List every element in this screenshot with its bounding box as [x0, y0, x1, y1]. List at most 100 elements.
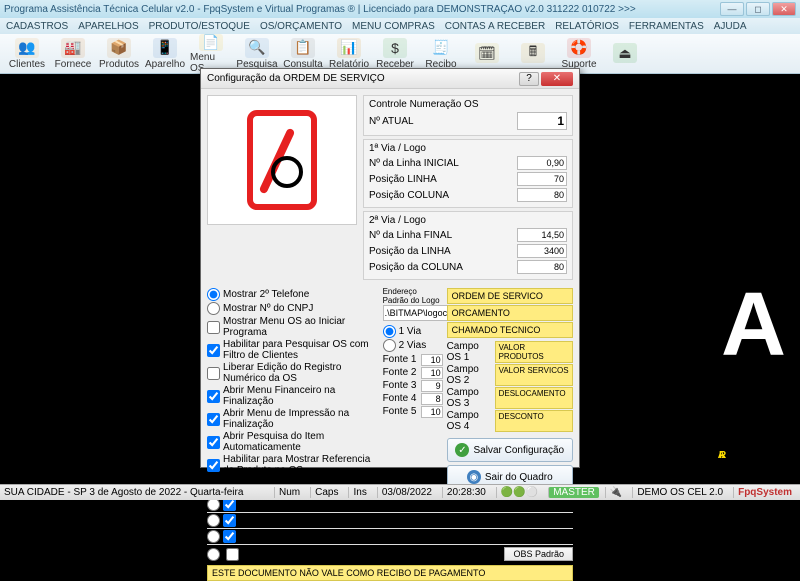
campo-1-val[interactable]: VALOR SERVICOS	[495, 364, 573, 386]
opt-2-input[interactable]	[207, 321, 220, 334]
toolbar-consulta[interactable]: 📋Consulta	[282, 36, 324, 71]
numeracao-header: Controle Numeração OS	[369, 99, 567, 110]
linha-ini-label: Nº da Linha INICIAL	[369, 158, 459, 169]
obs-padrao-button[interactable]: OBS Padrão	[504, 547, 573, 561]
via2-label: 2 Vias	[399, 340, 427, 351]
fonte-2-label: Fonte 3	[383, 380, 417, 392]
via2-poslinha-input[interactable]	[517, 244, 567, 258]
status-date: 03/08/2022	[377, 487, 436, 498]
opt-7-input[interactable]	[207, 436, 220, 449]
save-config-button[interactable]: ✓Salvar Configuração	[447, 438, 573, 462]
campo-0-label: Campo OS 1	[447, 341, 495, 363]
maximize-button[interactable]: ◻	[746, 2, 770, 16]
menu-contas a receber[interactable]: CONTAS A RECEBER	[445, 21, 545, 32]
menu-relatórios[interactable]: RELATÓRIOS	[555, 21, 619, 32]
footer-note: ESTE DOCUMENTO NÃO VALE COMO RECIBO DE P…	[207, 565, 573, 581]
chk-2-radio[interactable]	[207, 530, 220, 543]
toolbar-receber[interactable]: $Receber	[374, 36, 416, 71]
opt-3-label: Habilitar para Pesquisar OS com Filtro d…	[223, 339, 379, 361]
opt-2-label: Mostrar Menu OS ao Iniciar Programa	[223, 316, 379, 338]
opt-8-input[interactable]	[207, 459, 220, 472]
opt-5: Abrir Menu Financeiro na Finalização	[207, 385, 379, 407]
opt-7: Abrir Pesquisa do Item Automaticamente	[207, 431, 379, 453]
menu-ferramentas[interactable]: FERRAMENTAS	[629, 21, 704, 32]
opt-5-input[interactable]	[207, 390, 220, 403]
chk-2-label: Serviço Executado:	[239, 531, 325, 542]
status-db: DEMO OS CEL 2.0	[632, 487, 727, 498]
linha-fin-label: Nº da Linha FINAL	[369, 230, 452, 241]
dialog-help-button[interactable]: ?	[519, 72, 539, 86]
opt-3-input[interactable]	[207, 344, 220, 357]
linha-ini-input[interactable]	[517, 156, 567, 170]
menu-produto/estoque[interactable]: PRODUTO/ESTOQUE	[149, 21, 250, 32]
close-button[interactable]: ✕	[772, 2, 796, 16]
fonte-1-label: Fonte 2	[383, 367, 417, 379]
menu-os/orçamento[interactable]: OS/ORÇAMENTO	[260, 21, 342, 32]
fonte-3-input[interactable]	[421, 393, 443, 405]
toolbar-aparelho[interactable]: 📱Aparelho	[144, 36, 186, 71]
opt-0-input[interactable]	[207, 288, 220, 301]
phone-repair-icon	[247, 110, 317, 210]
via2-group: 2ª Via / Logo Nº da Linha FINAL Posição …	[363, 211, 573, 280]
campo-2-val[interactable]: DESLOCAMENTO	[495, 387, 573, 409]
toolbar-clientes[interactable]: 👥Clientes	[6, 36, 48, 71]
app-title: Programa Assistência Técnica Celular v2.…	[4, 4, 720, 15]
via2-poscol-input[interactable]	[517, 260, 567, 274]
via1-group: 1ª Via / Logo Nº da Linha INICIAL Posiçã…	[363, 139, 573, 208]
svc-row-1[interactable]: ORCAMENTO	[447, 305, 573, 321]
toolbar-btn[interactable]: 🗓	[466, 36, 508, 71]
minimize-button[interactable]: —	[720, 2, 744, 16]
fonte-0-label: Fonte 1	[383, 354, 417, 366]
chk-2-box[interactable]	[223, 530, 236, 543]
atual-label: Nº ATUAL	[369, 116, 414, 127]
toolbar-suporte[interactable]: 🛟Suporte	[558, 36, 600, 71]
toolbar-relatório[interactable]: 📊Relatório	[328, 36, 370, 71]
toolbar-btn[interactable]: 🖩	[512, 36, 554, 71]
svc-row-2[interactable]: CHAMADO TECNICO	[447, 322, 573, 338]
chk-1-radio[interactable]	[207, 514, 220, 527]
menu-menu compras[interactable]: MENU COMPRAS	[352, 21, 435, 32]
config-os-dialog: Configuração da ORDEM DE SERVIÇO ? ✕ Con…	[200, 68, 580, 468]
fonte-1-input[interactable]	[421, 367, 443, 379]
toolbar-produtos[interactable]: 📦Produtos	[98, 36, 140, 71]
toolbar-recibo[interactable]: 🧾Recibo	[420, 36, 462, 71]
fonte-0-input[interactable]	[421, 354, 443, 366]
menu-cadastros[interactable]: CADASTROS	[6, 21, 68, 32]
via1-header: 1ª Via / Logo	[369, 143, 567, 154]
opt-6-input[interactable]	[207, 413, 220, 426]
opt-1-input[interactable]	[207, 302, 220, 315]
atual-input[interactable]	[517, 112, 567, 130]
toolbar-menu os[interactable]: 📄Menu OS	[190, 36, 232, 71]
via2-radio[interactable]	[383, 339, 396, 352]
opt-2: Mostrar Menu OS ao Iniciar Programa	[207, 316, 379, 338]
via1-poscol-input[interactable]	[517, 188, 567, 202]
dialog-titlebar: Configuração da ORDEM DE SERVIÇO ? ✕	[201, 69, 579, 89]
obs-radio[interactable]	[207, 548, 220, 561]
opt-0: Mostrar 2º Telefone	[207, 288, 379, 301]
obs-check[interactable]	[226, 548, 239, 561]
menu-aparelhos[interactable]: APARELHOS	[78, 21, 138, 32]
campo-3-val[interactable]: DESCONTO	[495, 410, 573, 432]
chk-1-box[interactable]	[223, 514, 236, 527]
via2-header: 2ª Via / Logo	[369, 215, 567, 226]
chk-0-label: Problema Informado:	[239, 499, 332, 510]
opt-4-input[interactable]	[207, 367, 220, 380]
toolbar-pesquisa[interactable]: 🔍Pesquisa	[236, 36, 278, 71]
campo-0-val[interactable]: VALOR PRODUTOS	[495, 341, 573, 363]
via1-radio[interactable]	[383, 325, 396, 338]
bg-brand-text: A.AR	[721, 274, 780, 480]
linha-fin-input[interactable]	[517, 228, 567, 242]
svc-row-0[interactable]: ORDEM DE SERVICO	[447, 288, 573, 304]
toolbar-fornece[interactable]: 🏭Fornece	[52, 36, 94, 71]
via1-poscol-label: Posição COLUNA	[369, 190, 449, 201]
toolbar-btn[interactable]: ⏏	[604, 36, 646, 71]
opt-8-label: Habilitar para Mostrar Referencia do Pro…	[223, 454, 379, 476]
fonte-2-input[interactable]	[421, 380, 443, 392]
menu-ajuda[interactable]: AJUDA	[714, 21, 747, 32]
dialog-close-button[interactable]: ✕	[541, 72, 573, 86]
campo-1-label: Campo OS 2	[447, 364, 495, 386]
fonte-4-input[interactable]	[421, 406, 443, 418]
window-buttons: — ◻ ✕	[720, 2, 796, 16]
via1-poslinha-input[interactable]	[517, 172, 567, 186]
fonte-3-label: Fonte 4	[383, 393, 417, 405]
